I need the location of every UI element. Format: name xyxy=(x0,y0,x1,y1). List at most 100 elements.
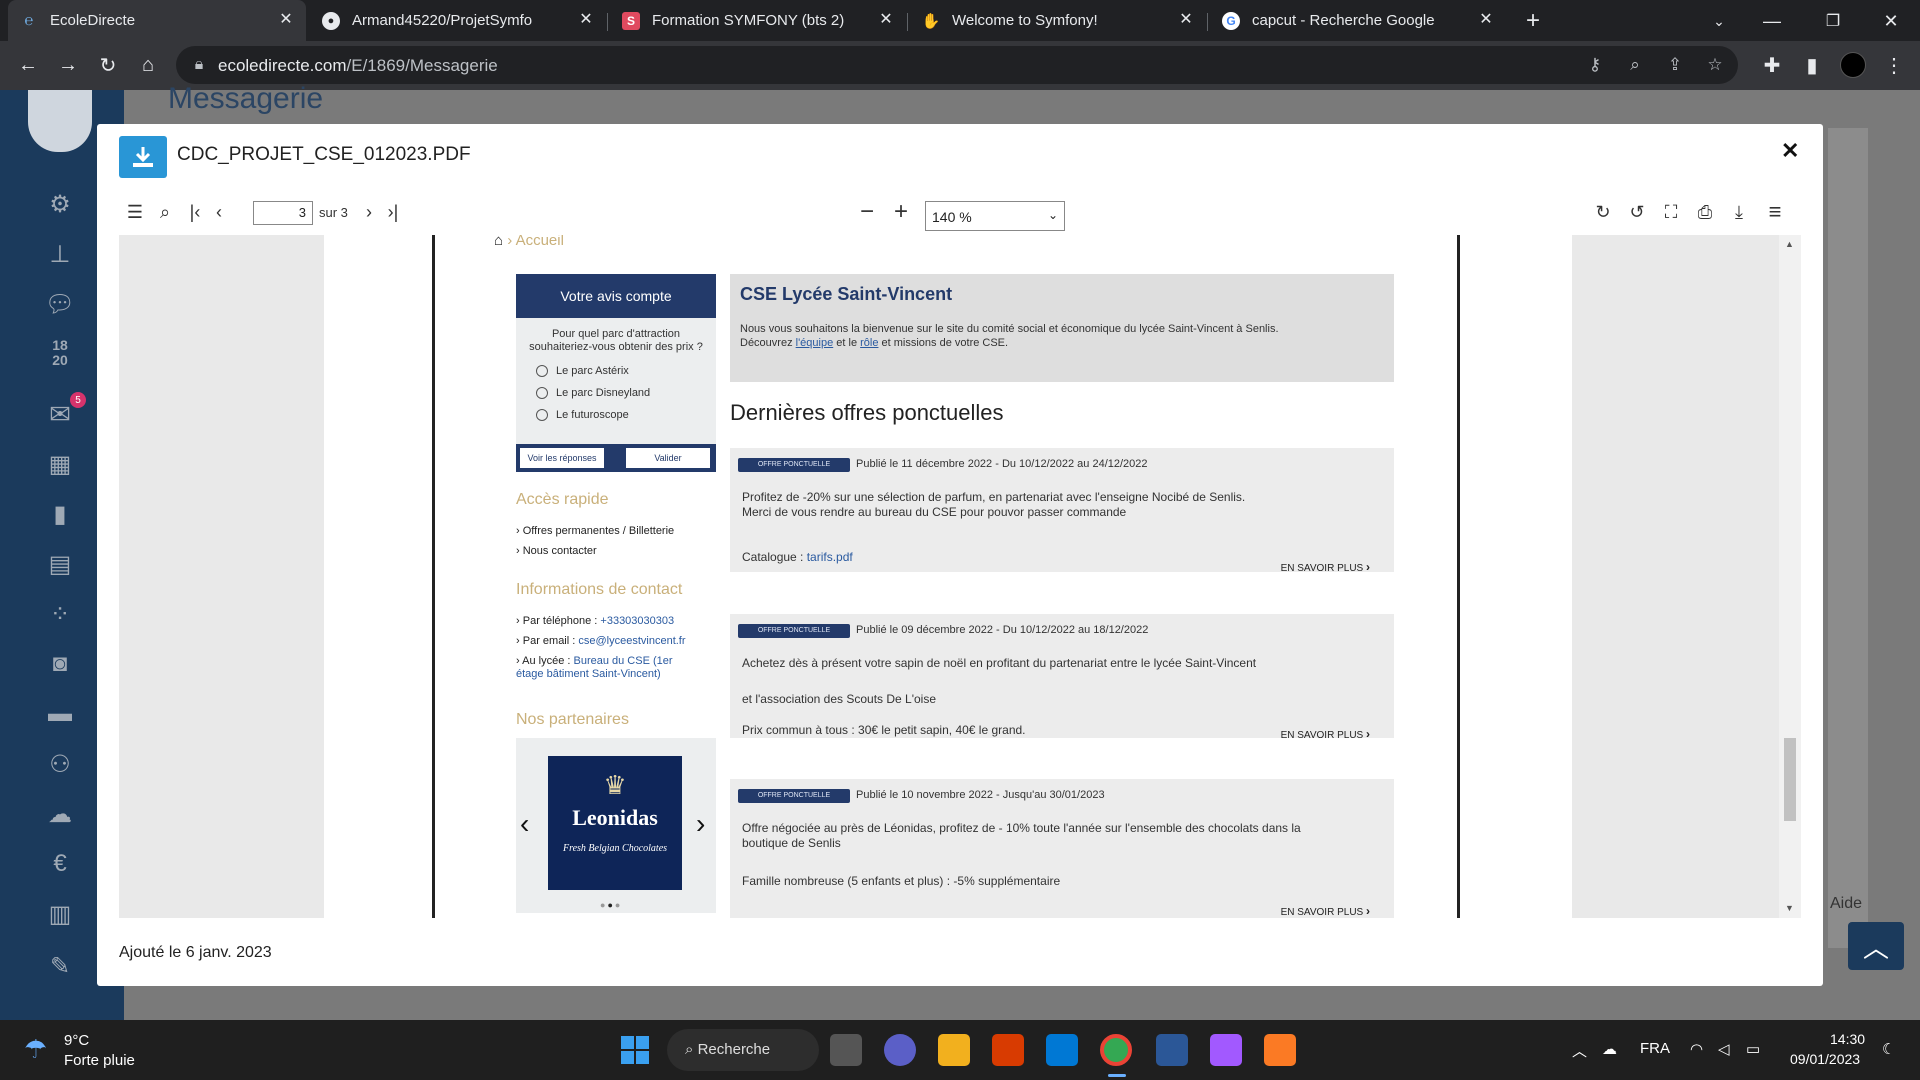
search-icon[interactable]: ⌕ xyxy=(153,200,177,224)
wifi-icon[interactable]: ◠ xyxy=(1690,1040,1703,1058)
zoom-select[interactable]: 140 % ⌄ xyxy=(925,201,1065,231)
read-more-link[interactable]: EN SAVOIR PLUS › xyxy=(1281,904,1370,918)
users-icon[interactable]: ⚇ xyxy=(40,748,80,780)
scrollbar-thumb[interactable] xyxy=(1784,738,1796,821)
help-link[interactable]: Aide xyxy=(1830,895,1862,913)
archive-icon[interactable]: ▥ xyxy=(40,898,80,930)
submit-button[interactable]: Valider xyxy=(626,448,710,468)
word-icon[interactable] xyxy=(1156,1034,1188,1066)
stamp-icon[interactable]: ⊥ xyxy=(40,238,80,270)
print-icon[interactable]: ⎙ xyxy=(1693,200,1717,224)
read-more-link[interactable]: EN SAVOIR PLUS › xyxy=(1281,560,1370,574)
grades-icon[interactable]: 18 20 xyxy=(40,338,80,370)
back-arrow-icon[interactable]: ← xyxy=(14,51,42,79)
rain-umbrella-icon[interactable]: ☂ xyxy=(24,1034,47,1065)
taskbar-search[interactable]: ⌕ Recherche xyxy=(667,1029,819,1071)
home-icon[interactable]: ⌂ xyxy=(134,51,162,79)
extensions-puzzle-icon[interactable]: ✚ xyxy=(1758,51,1786,79)
fullscreen-icon[interactable]: ⛶ xyxy=(1659,200,1683,224)
chevron-left-icon[interactable]: ‹ xyxy=(520,808,529,840)
xampp-icon[interactable] xyxy=(1264,1034,1296,1066)
dashboard-icon[interactable]: ⚙ xyxy=(40,188,80,220)
close-icon[interactable]: ✕ xyxy=(278,12,294,28)
scrollbar[interactable]: ▲ ▼ xyxy=(1779,235,1801,918)
address-bar[interactable]: 🔒︎ ecoledirecte.com/E/1869/Messagerie ⚷ … xyxy=(176,46,1738,84)
scroll-down-icon[interactable]: ▼ xyxy=(1785,903,1794,913)
windows-start-icon[interactable] xyxy=(619,1034,651,1066)
clock-date[interactable]: 09/01/2023 xyxy=(1790,1051,1860,1067)
forward-arrow-icon[interactable]: → xyxy=(54,51,82,79)
tab-github[interactable]: ● Armand45220/ProjetSymfo ✕ xyxy=(310,0,606,41)
catalog-link[interactable]: tarifs.pdf xyxy=(807,550,853,564)
scroll-up-icon[interactable]: ▲ xyxy=(1785,239,1794,249)
user-avatar[interactable] xyxy=(28,90,92,152)
clock-time[interactable]: 14:30 xyxy=(1830,1031,1865,1047)
new-tab-button[interactable]: + xyxy=(1520,7,1546,34)
task-view-icon[interactable] xyxy=(830,1034,862,1066)
zoom-out-icon[interactable]: − xyxy=(855,198,879,225)
quick-link[interactable]: › Offres permanentes / Billetterie xyxy=(516,525,674,537)
close-icon[interactable]: ✕ xyxy=(1781,138,1799,164)
figma-icon[interactable] xyxy=(1210,1034,1242,1066)
rotate-ccw-icon[interactable]: ↺ xyxy=(1625,200,1649,224)
close-icon[interactable]: ✕ xyxy=(1178,12,1194,28)
first-page-icon[interactable]: |‹ xyxy=(183,200,207,224)
page-number-input[interactable]: 3 xyxy=(253,201,313,225)
volume-icon[interactable]: ◁ xyxy=(1718,1040,1730,1058)
results-button[interactable]: Voir les réponses xyxy=(520,448,604,468)
last-page-icon[interactable]: ›| xyxy=(381,200,405,224)
save-icon[interactable]: ⤓ xyxy=(1727,200,1751,224)
euro-icon[interactable]: € xyxy=(40,848,80,880)
quick-link[interactable]: › Nous contacter xyxy=(516,545,597,557)
scroll-top-arrow-icon[interactable]: ︿ xyxy=(1848,922,1904,970)
notebook-icon[interactable]: ▤ xyxy=(40,548,80,580)
menu-kebab-icon[interactable]: ⋮ xyxy=(1880,51,1908,79)
poll-option[interactable]: Le futuroscope xyxy=(536,404,716,426)
next-page-icon[interactable]: › xyxy=(357,200,381,224)
language-indicator[interactable]: FRA xyxy=(1640,1040,1670,1057)
book-icon[interactable]: ▮ xyxy=(40,498,80,530)
profile-avatar[interactable] xyxy=(1840,52,1866,78)
tab-symfony-welcome[interactable]: ✋ Welcome to Symfony! ✕ xyxy=(910,0,1206,41)
minimize-button[interactable]: — xyxy=(1759,8,1785,34)
tab-formation-symfony[interactable]: S Formation SYMFONY (bts 2) ✕ xyxy=(610,0,906,41)
poll-option[interactable]: Le parc Astérix xyxy=(536,360,716,382)
network-alert-icon[interactable]: ☁ xyxy=(1602,1040,1617,1058)
close-icon[interactable]: ✕ xyxy=(878,12,894,28)
restore-button[interactable]: ❐ xyxy=(1820,8,1846,34)
tab-ecoledirecte[interactable]: ℮ EcoleDirecte ✕ xyxy=(8,0,306,41)
vscode-icon[interactable] xyxy=(1046,1034,1078,1066)
teams-chat-icon[interactable] xyxy=(884,1034,916,1066)
bookmark-star-icon[interactable]: ☆ xyxy=(1704,54,1726,76)
zoom-in-icon[interactable]: + xyxy=(889,198,913,225)
prev-page-icon[interactable]: ‹ xyxy=(207,200,231,224)
pdf-viewport[interactable]: ⌂ › Accueil Votre avis compte Pour quel … xyxy=(119,235,1801,918)
office-icon[interactable] xyxy=(992,1034,1024,1066)
logo-icon[interactable]: ✎ xyxy=(40,950,80,982)
tab-google-search[interactable]: G capcut - Recherche Google ✕ xyxy=(1210,0,1506,41)
leonidas-logo[interactable]: ♛ Leonidas Fresh Belgian Chocolates xyxy=(548,756,682,890)
weather-desc[interactable]: Forte pluie xyxy=(64,1052,135,1069)
share-icon[interactable]: ⇪ xyxy=(1664,54,1686,76)
moon-icon[interactable]: ☾ xyxy=(1882,1040,1895,1058)
apps-icon[interactable]: ⁘ xyxy=(40,598,80,630)
phone-link[interactable]: +33303030303 xyxy=(600,615,674,627)
poll-option[interactable]: Le parc Disneyland xyxy=(536,382,716,404)
battery-icon[interactable]: ▭ xyxy=(1746,1040,1760,1058)
reload-icon[interactable]: ↻ xyxy=(94,51,122,79)
key-icon[interactable]: ⚷ xyxy=(1584,54,1606,76)
download-button[interactable] xyxy=(119,136,167,178)
folder-icon[interactable]: ▬ xyxy=(40,698,80,730)
file-explorer-icon[interactable] xyxy=(938,1034,970,1066)
tab-search-chevron-icon[interactable]: ⌄ xyxy=(1706,8,1732,34)
sidebar-toggle-icon[interactable]: ☰ xyxy=(123,200,147,224)
close-icon[interactable]: ✕ xyxy=(1478,12,1494,28)
chat-icon[interactable]: 💬︎ xyxy=(40,288,80,320)
lock-icon[interactable]: 🔒︎ xyxy=(190,56,208,74)
close-icon[interactable]: ✕ xyxy=(578,12,594,28)
chrome-icon[interactable] xyxy=(1100,1034,1132,1066)
cloud-icon[interactable]: ☁ xyxy=(40,798,80,830)
zoom-icon[interactable]: ⌕ xyxy=(1624,54,1646,76)
team-link[interactable]: l'équipe xyxy=(796,337,834,349)
role-link[interactable]: rôle xyxy=(860,337,878,349)
